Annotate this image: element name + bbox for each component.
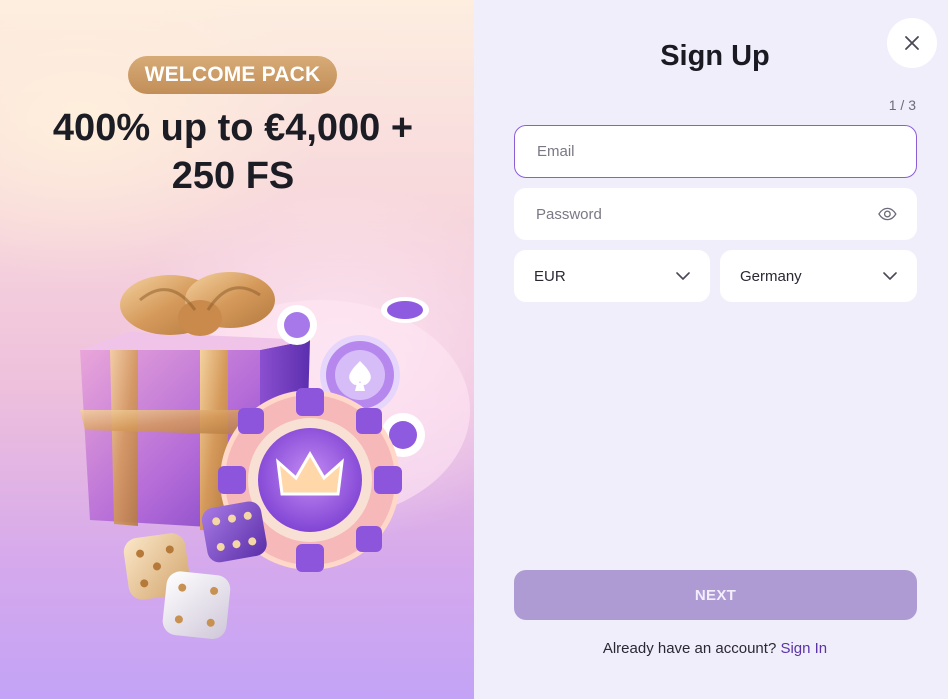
chevron-down-icon <box>883 272 897 280</box>
signup-modal: WELCOME PACK 400% up to €4,000 + 250 FS <box>0 0 948 699</box>
country-value: Germany <box>740 267 802 285</box>
chevron-down-icon <box>676 272 690 280</box>
email-field[interactable] <box>514 125 917 178</box>
currency-select[interactable]: EUR <box>514 250 710 302</box>
currency-value: EUR <box>534 267 566 285</box>
promo-title-line1: 400% up to €4,000 + <box>52 107 414 149</box>
country-select[interactable]: Germany <box>720 250 917 302</box>
password-field[interactable] <box>514 188 917 240</box>
password-input[interactable] <box>534 204 879 224</box>
email-input[interactable] <box>535 142 896 161</box>
step-indicator: 1 / 3 <box>888 97 916 113</box>
gift-box-chips-dice-illustration <box>80 272 470 639</box>
signin-prompt: Already have an account? <box>602 640 777 657</box>
eye-icon[interactable] <box>878 207 897 221</box>
promo-title-line2: 250 FS <box>171 155 295 197</box>
promo-panel: WELCOME PACK 400% up to €4,000 + 250 FS <box>0 0 474 699</box>
next-button[interactable]: NEXT <box>514 570 917 620</box>
welcome-pack-badge: WELCOME PACK <box>128 56 337 94</box>
promo-title: 400% up to €4,000 + 250 FS <box>0 104 466 200</box>
signin-link[interactable]: Sign In <box>780 640 827 657</box>
signin-prompt-line: Already have an account? Sign In <box>474 640 948 657</box>
small-chip <box>381 297 429 323</box>
page-title: Sign Up <box>660 40 770 72</box>
